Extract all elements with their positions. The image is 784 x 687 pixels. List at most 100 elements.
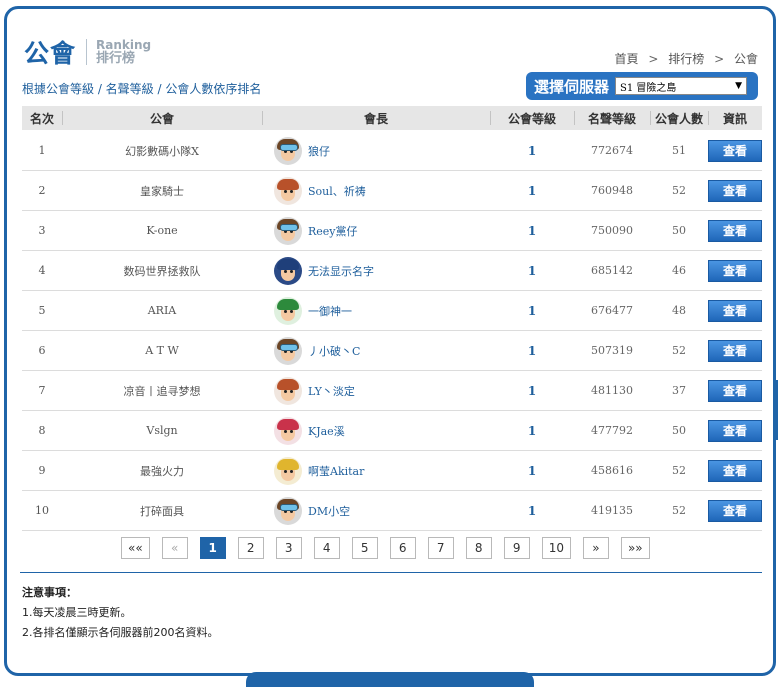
first-page-button[interactable]: «« (121, 537, 150, 559)
leader-name[interactable]: 啊莹Akitar (308, 463, 364, 479)
page-title: 公會 Ranking 排行榜 (24, 34, 151, 70)
avatar (274, 256, 302, 285)
leader-name[interactable]: 一御神一 (308, 303, 352, 319)
page-button-1[interactable]: 1 (199, 537, 226, 559)
page-button-4[interactable]: 4 (313, 537, 340, 559)
divider (20, 572, 762, 573)
breadcrumb-separator: > (714, 52, 725, 66)
guild-name: 最強火力 (140, 464, 184, 478)
table-row: 6 A T W 丿小破丶C 1 507319 52 查看 (22, 331, 762, 371)
leader-name[interactable]: LY丶淡定 (308, 383, 355, 399)
view-button[interactable]: 查看 (708, 139, 762, 162)
guild-level: 1 (527, 223, 537, 238)
breadcrumb-home[interactable]: 首頁 (615, 52, 639, 66)
title-cn: 公會 (24, 39, 77, 68)
avatar-eye (290, 389, 293, 393)
leader-name[interactable]: Reey黨仔 (308, 223, 358, 239)
avatar-hair (277, 458, 299, 470)
table-row: 1 幻影數碼小隊X 狼仔 1 772674 51 查看 (22, 131, 762, 171)
chevron-down-icon: ▼ (735, 81, 743, 91)
fame-level: 477792 (591, 424, 633, 437)
page-button-5[interactable]: 5 (351, 537, 378, 559)
rank-cell: 7 (38, 384, 46, 397)
page-button-8[interactable]: 8 (465, 537, 492, 559)
leader-cell: 无法显示名字 (262, 251, 490, 290)
page-button-2[interactable]: 2 (237, 537, 264, 559)
member-count: 52 (672, 184, 686, 197)
avatar-eye (284, 189, 287, 193)
avatar-eye (290, 189, 293, 193)
guild-level: 1 (527, 263, 537, 278)
avatar (274, 416, 302, 445)
avatar-eye (284, 389, 287, 393)
view-button[interactable]: 查看 (708, 339, 762, 362)
guild-name: 皇家騎士 (140, 184, 184, 198)
table-row: 4 数码世界拯救队 无法显示名字 1 685142 46 查看 (22, 251, 762, 291)
guild-level: 1 (527, 503, 537, 518)
next-page-button[interactable]: » (582, 537, 609, 559)
leader-cell: 狼仔 (262, 131, 490, 170)
page-button-6[interactable]: 6 (389, 537, 416, 559)
guild-level: 1 (527, 463, 537, 478)
view-button[interactable]: 查看 (708, 419, 762, 442)
pagination: «« « 1 2 3 4 5 6 7 8 9 10 » »» (121, 537, 650, 559)
server-selector-label: 選擇伺服器 (534, 77, 610, 96)
page-button-7[interactable]: 7 (427, 537, 454, 559)
view-button[interactable]: 查看 (708, 219, 762, 242)
breadcrumb-ranking[interactable]: 排行榜 (668, 52, 704, 66)
guild-level: 1 (527, 383, 537, 398)
view-button[interactable]: 查看 (708, 459, 762, 482)
table-row: 5 ARIA 一御神一 1 676477 48 查看 (22, 291, 762, 331)
breadcrumb-separator: > (648, 52, 659, 66)
guild-level: 1 (527, 423, 537, 438)
fame-level: 458616 (591, 464, 633, 477)
avatar-goggles (280, 343, 298, 351)
header-level: 公會等級 (490, 106, 574, 130)
page-button-3[interactable]: 3 (275, 537, 302, 559)
view-button[interactable]: 查看 (708, 379, 762, 402)
member-count: 37 (672, 384, 686, 397)
bottom-tab-decoration (246, 672, 534, 687)
server-dropdown[interactable]: S1 冒險之島 ▼ (615, 77, 748, 95)
guild-level: 1 (527, 303, 537, 318)
avatar (274, 136, 302, 165)
view-button[interactable]: 查看 (708, 299, 762, 322)
table-row: 8 Vslgn KJae溪 1 477792 50 查看 (22, 411, 762, 451)
fame-level: 750090 (591, 224, 633, 237)
member-count: 48 (672, 304, 686, 317)
prev-page-button[interactable]: « (161, 537, 188, 559)
fame-level: 676477 (591, 304, 633, 317)
table-row: 7 凉音丨追寻梦想 LY丶淡定 1 481130 37 查看 (22, 371, 762, 411)
avatar (274, 376, 302, 405)
avatar (274, 456, 302, 485)
view-button[interactable]: 查看 (708, 179, 762, 202)
avatar-eye (284, 469, 287, 473)
leader-name[interactable]: KJae溪 (308, 423, 345, 439)
page-button-9[interactable]: 9 (503, 537, 530, 559)
leader-name[interactable]: 丿小破丶C (308, 343, 360, 359)
member-count: 52 (672, 504, 686, 517)
scrollbar[interactable] (775, 380, 778, 440)
rank-cell: 6 (38, 344, 46, 357)
avatar-goggles (280, 503, 298, 511)
leader-name[interactable]: Soul、祈祷 (308, 183, 366, 199)
fame-level: 772674 (591, 144, 633, 157)
leader-name[interactable]: 无法显示名字 (308, 263, 374, 279)
member-count: 50 (672, 224, 686, 237)
header-leader: 會長 (262, 106, 490, 130)
page-button-10[interactable]: 10 (541, 537, 571, 559)
leader-name[interactable]: DM小空 (308, 503, 350, 519)
last-page-button[interactable]: »» (620, 537, 650, 559)
rank-cell: 1 (38, 144, 46, 157)
fame-level: 419135 (591, 504, 633, 517)
view-button[interactable]: 查看 (708, 259, 762, 282)
view-button[interactable]: 查看 (708, 499, 762, 522)
leader-cell: KJae溪 (262, 411, 490, 450)
guild-name: K-one (146, 224, 178, 237)
member-count: 52 (672, 344, 686, 357)
leader-name[interactable]: 狼仔 (308, 143, 330, 159)
rank-cell: 9 (38, 464, 46, 477)
member-count: 46 (672, 264, 686, 277)
fame-level: 760948 (591, 184, 633, 197)
leader-cell: Soul、祈祷 (262, 171, 490, 210)
